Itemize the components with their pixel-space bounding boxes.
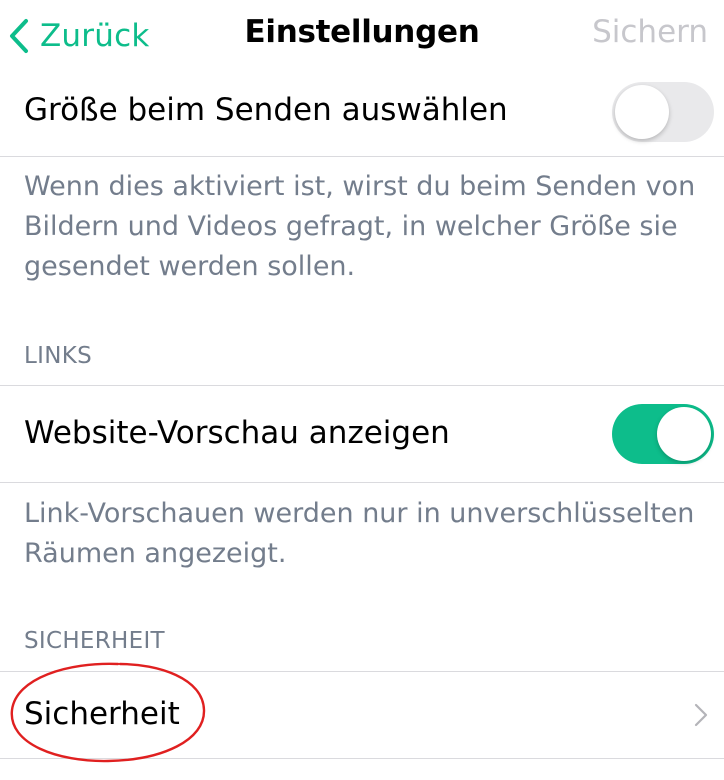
send-size-row: Größe beim Senden auswählen <box>0 72 724 156</box>
chevron-right-icon <box>694 703 708 731</box>
divider <box>0 482 724 483</box>
website-preview-toggle[interactable] <box>612 404 714 464</box>
send-size-label: Größe beim Senden auswählen <box>24 92 508 128</box>
navigation-bar: Zurück Einstellungen Sichern <box>0 0 724 72</box>
send-size-footer: Wenn dies aktiviert ist, wirst du beim S… <box>24 171 696 282</box>
save-button[interactable]: Sichern <box>592 14 708 50</box>
links-footer: Link-Vorschauen werden nur in unverschlü… <box>24 498 695 569</box>
toggle-knob <box>657 407 711 461</box>
toggle-knob <box>615 85 669 139</box>
website-preview-label: Website-Vorschau anzeigen <box>24 415 450 451</box>
links-section-header: LINKS <box>24 343 92 369</box>
send-size-toggle[interactable] <box>612 82 714 142</box>
annotation-circle <box>10 662 206 763</box>
divider <box>0 156 724 157</box>
security-section-header: SICHERHEIT <box>24 628 165 654</box>
website-preview-row: Website-Vorschau anzeigen <box>0 386 724 482</box>
